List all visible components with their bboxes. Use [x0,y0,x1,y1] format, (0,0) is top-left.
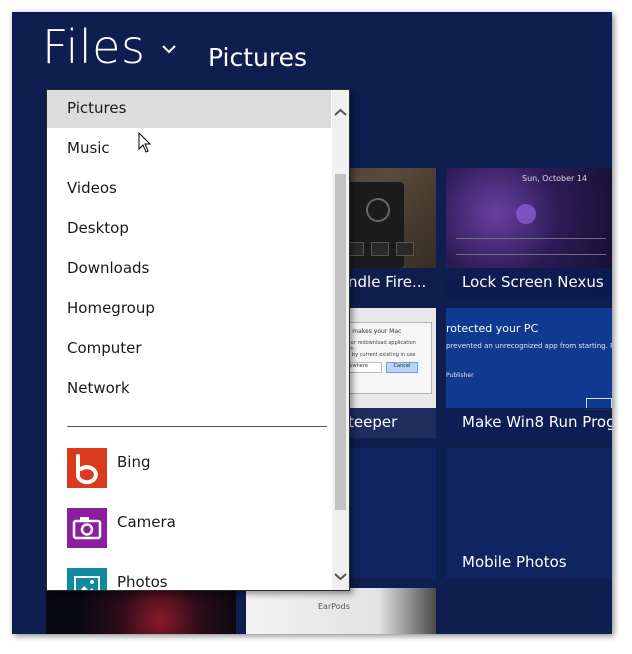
concert-photo-image [46,588,236,634]
scrollbar-thumb[interactable] [335,174,346,510]
dropdown-item-pictures[interactable]: Pictures [47,90,331,128]
dropdown-item-desktop[interactable]: Desktop [47,210,331,248]
dropdown-item-videos[interactable]: Videos [47,170,331,208]
scroll-up-icon[interactable] [332,105,349,120]
earpods-box-image: EarPods [246,588,436,634]
app-title: Files [42,20,146,74]
tile-caption: Mobile Photos [462,553,567,571]
dropdown-scrollbar[interactable] [332,90,349,590]
dropdown-app-camera[interactable]: Camera [47,508,331,564]
location-dropdown: Pictures Music Videos Desktop Downloads … [46,89,350,591]
dropdown-item-computer[interactable]: Computer [47,330,331,368]
dropdown-item-music[interactable]: Music [47,130,331,168]
dropdown-app-bing[interactable]: Bing [47,448,331,504]
chevron-down-icon[interactable] [162,42,176,56]
mouse-cursor-icon [138,132,152,153]
dropdown-item-network[interactable]: Network [47,370,331,408]
tile-caption: Lock Screen Nexus [446,268,612,298]
photos-icon [67,568,107,590]
bing-icon [67,448,107,488]
dropdown-app-photos[interactable]: Photos [47,568,331,590]
camera-icon [67,508,107,548]
tile-lock-screen-nexus[interactable]: Sun, October 14 Lock Screen Nexus [446,168,612,298]
dropdown-separator [67,426,327,427]
files-app-window: Files Pictures ndle Fire... Sun, October… [12,12,612,634]
lockscreen-date: Sun, October 14 [522,174,588,183]
tile-caption: Make Win8 Run Prog... [446,408,612,438]
tile-earpods[interactable]: EarPods [246,588,436,634]
dropdown-item-homegroup[interactable]: Homegroup [47,290,331,328]
current-location: Pictures [208,43,307,72]
scroll-down-icon[interactable] [332,569,349,584]
tile-mobile-photos[interactable]: Mobile Photos [446,448,612,578]
tile-concert-photo[interactable] [46,588,236,634]
tile-make-win8-run-programs[interactable]: rotected your PC prevented an unrecogniz… [446,308,612,438]
dropdown-item-downloads[interactable]: Downloads [47,250,331,288]
tile-bottom-right[interactable] [446,588,612,634]
